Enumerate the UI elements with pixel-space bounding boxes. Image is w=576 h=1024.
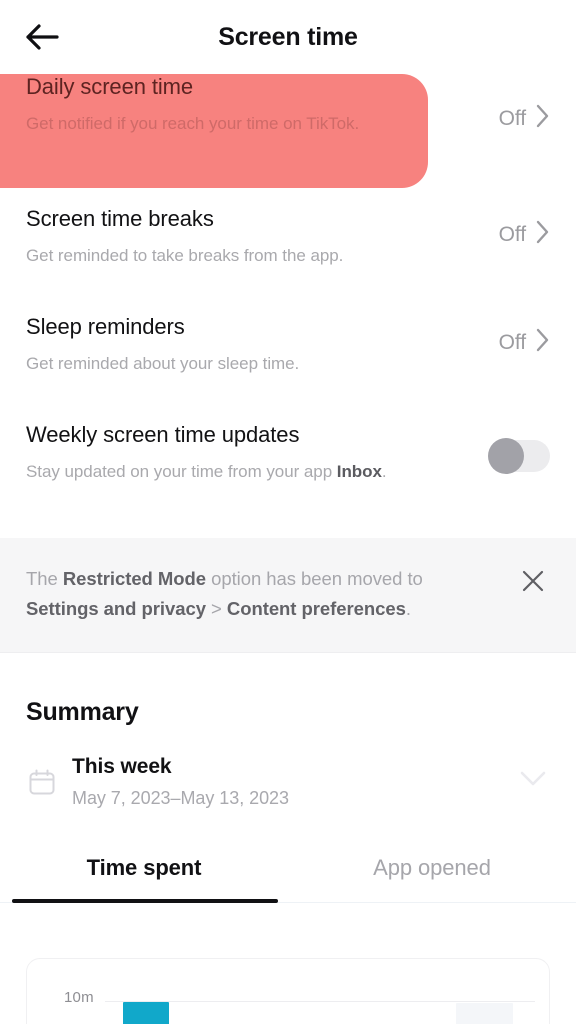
row-text: Sleep reminders Get reminded about your …: [26, 314, 550, 375]
weekly-updates-toggle-wrap: [488, 438, 550, 474]
time-spent-chart-card[interactable]: 10m: [26, 958, 550, 1024]
toggle-knob: [488, 438, 524, 474]
chevron-down-icon: [520, 771, 546, 792]
chart-gridline: [105, 1001, 535, 1002]
row-text: Daily screen time Get notified if you re…: [26, 74, 402, 135]
setting-value-sleep-reminders[interactable]: Off: [499, 328, 550, 357]
period-text: This week May 7, 2023–May 13, 2023: [72, 755, 516, 809]
tab-app-opened[interactable]: App opened: [288, 855, 576, 903]
chevron-right-icon: [536, 104, 550, 133]
back-button[interactable]: [18, 16, 66, 58]
setting-subtitle: Stay updated on your time from your app …: [26, 461, 536, 482]
setting-value-text: Off: [498, 106, 526, 130]
page-header: Screen time: [0, 0, 576, 74]
setting-row-screen-time-breaks[interactable]: Screen time breaks Get reminded to take …: [0, 206, 576, 314]
setting-subtitle: Get reminded to take breaks from the app…: [26, 246, 344, 266]
setting-title: Daily screen time: [26, 74, 194, 99]
calendar-icon: [26, 766, 58, 798]
setting-title: Weekly screen time updates: [26, 422, 300, 447]
chart-bar: [456, 1003, 513, 1024]
setting-title: Screen time breaks: [26, 206, 214, 231]
setting-row-weekly-screen-time-updates[interactable]: Weekly screen time updates Stay updated …: [0, 422, 576, 530]
setting-subtitle-suffix: .: [381, 462, 387, 482]
settings-list: Daily screen time Get notified if you re…: [0, 74, 576, 530]
banner-text-prefix: The: [26, 568, 63, 589]
setting-value-screen-time-breaks[interactable]: Off: [499, 220, 550, 249]
close-icon: [521, 569, 545, 598]
setting-subtitle-bold: Inbox: [336, 462, 382, 482]
page-title: Screen time: [218, 22, 358, 51]
chart-plot-area: 10m: [27, 959, 549, 1024]
arrow-left-icon: [25, 22, 59, 52]
chart-bar: [123, 1002, 169, 1024]
banner-bold-settings-and-privacy: Settings and privacy: [26, 597, 206, 619]
setting-subtitle: Get reminded about your sleep time.: [26, 354, 300, 374]
banner-text-middle-2: >: [205, 597, 227, 619]
tab-time-spent[interactable]: Time spent: [0, 855, 288, 903]
banner-text-middle-1: option has been moved to: [206, 568, 423, 589]
period-range: May 7, 2023–May 13, 2023: [72, 787, 289, 808]
period-selector[interactable]: This week May 7, 2023–May 13, 2023: [0, 727, 576, 809]
screen-time-page: Screen time Daily screen time Get notifi…: [0, 0, 576, 1024]
banner-message: The Restricted Mode option has been move…: [26, 564, 516, 624]
period-label: This week: [72, 754, 172, 778]
chart-y-tick-label: 10m: [64, 989, 94, 1006]
setting-value-text: Off: [498, 222, 526, 246]
setting-value-text: Off: [498, 330, 526, 354]
setting-title: Sleep reminders: [26, 314, 185, 339]
setting-row-sleep-reminders[interactable]: Sleep reminders Get reminded about your …: [0, 314, 576, 422]
chevron-right-icon: [536, 328, 550, 357]
period-expand-button[interactable]: [516, 765, 550, 799]
active-tab-indicator: [12, 898, 278, 903]
setting-subtitle-prefix: Stay updated on your time from your app: [26, 462, 337, 482]
weekly-updates-toggle[interactable]: [488, 438, 550, 474]
banner-bold-restricted-mode: Restricted Mode: [62, 568, 206, 589]
setting-value-daily-screen-time[interactable]: Off: [499, 104, 550, 133]
banner-bold-content-preferences: Content preferences: [226, 597, 406, 619]
banner-text-suffix: .: [405, 597, 411, 619]
banner-close-button[interactable]: [516, 566, 550, 600]
summary-tabs: Time spent App opened: [0, 855, 576, 903]
row-text: Weekly screen time updates Stay updated …: [26, 422, 550, 483]
chevron-right-icon: [536, 220, 550, 249]
summary-heading: Summary: [26, 697, 139, 726]
restricted-mode-banner: The Restricted Mode option has been move…: [0, 538, 576, 652]
setting-subtitle: Get notified if you reach your time on T…: [26, 114, 360, 134]
setting-row-daily-screen-time[interactable]: Daily screen time Get notified if you re…: [0, 74, 428, 188]
row-text: Screen time breaks Get reminded to take …: [26, 206, 550, 267]
